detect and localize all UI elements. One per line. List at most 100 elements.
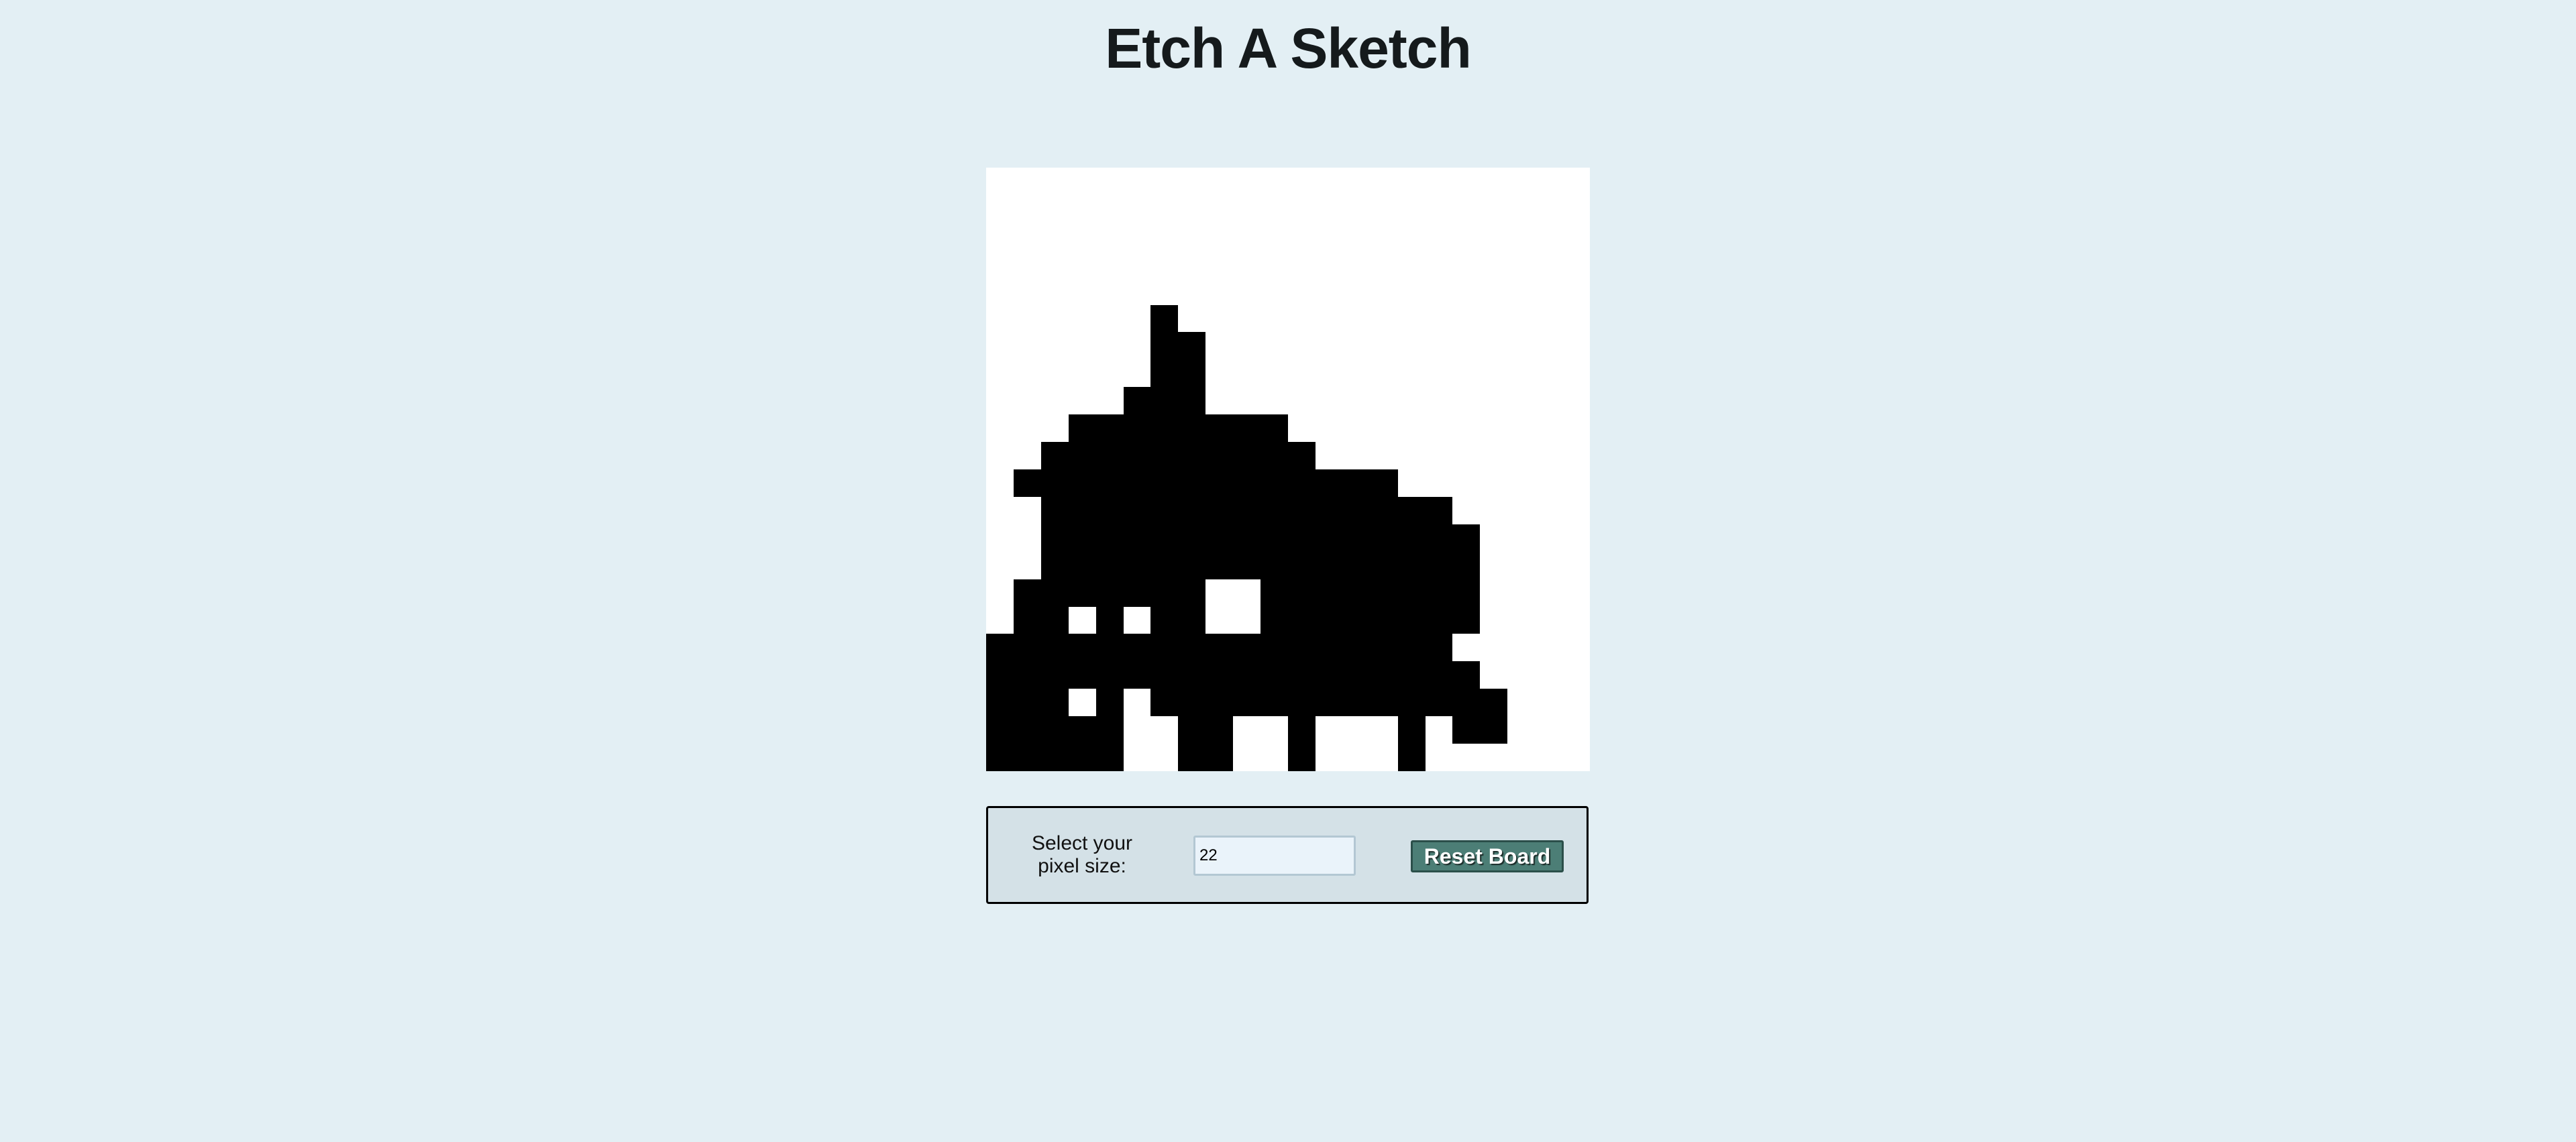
grid-cell[interactable] xyxy=(1371,661,1398,689)
grid-cell[interactable] xyxy=(1507,524,1535,552)
grid-cell[interactable] xyxy=(1178,414,1205,442)
grid-cell[interactable] xyxy=(1343,661,1371,689)
grid-cell[interactable] xyxy=(1507,305,1535,332)
grid-cell[interactable] xyxy=(1398,661,1426,689)
grid-cell[interactable] xyxy=(1041,250,1069,278)
grid-cell[interactable] xyxy=(1480,414,1507,442)
grid-cell[interactable] xyxy=(1426,634,1452,661)
grid-cell[interactable] xyxy=(1124,661,1150,689)
grid-cell[interactable] xyxy=(1096,195,1124,223)
grid-cell[interactable] xyxy=(1096,168,1124,195)
grid-cell[interactable] xyxy=(1150,579,1178,607)
grid-cell[interactable] xyxy=(1260,469,1288,497)
grid-cell[interactable] xyxy=(1041,168,1069,195)
grid-cell[interactable] xyxy=(1069,469,1096,497)
grid-cell[interactable] xyxy=(1150,387,1178,414)
grid-cell[interactable] xyxy=(1260,332,1288,359)
grid-cell[interactable] xyxy=(1260,744,1288,771)
grid-cell[interactable] xyxy=(1288,552,1316,579)
grid-cell[interactable] xyxy=(1069,579,1096,607)
grid-cell[interactable] xyxy=(1205,250,1233,278)
grid-cell[interactable] xyxy=(1480,579,1507,607)
grid-cell[interactable] xyxy=(1507,607,1535,634)
grid-cell[interactable] xyxy=(1288,716,1316,744)
grid-cell[interactable] xyxy=(1452,387,1480,414)
grid-cell[interactable] xyxy=(1562,223,1590,250)
grid-cell[interactable] xyxy=(1150,661,1178,689)
grid-cell[interactable] xyxy=(1041,332,1069,359)
grid-cell[interactable] xyxy=(1426,716,1452,744)
grid-cell[interactable] xyxy=(1562,524,1590,552)
grid-cell[interactable] xyxy=(1480,359,1507,387)
grid-cell[interactable] xyxy=(1343,469,1371,497)
grid-cell[interactable] xyxy=(1014,332,1041,359)
grid-cell[interactable] xyxy=(1507,689,1535,716)
grid-cell[interactable] xyxy=(1233,168,1260,195)
grid-cell[interactable] xyxy=(1288,414,1316,442)
grid-cell[interactable] xyxy=(1507,223,1535,250)
grid-cell[interactable] xyxy=(1205,223,1233,250)
grid-cell[interactable] xyxy=(1150,689,1178,716)
grid-cell[interactable] xyxy=(1205,332,1233,359)
grid-cell[interactable] xyxy=(1014,661,1041,689)
grid-cell[interactable] xyxy=(1041,278,1069,305)
grid-cell[interactable] xyxy=(1343,497,1371,524)
grid-cell[interactable] xyxy=(1069,442,1096,469)
grid-cell[interactable] xyxy=(1562,469,1590,497)
grid-cell[interactable] xyxy=(1260,250,1288,278)
grid-cell[interactable] xyxy=(1426,744,1452,771)
grid-cell[interactable] xyxy=(1480,716,1507,744)
grid-cell[interactable] xyxy=(1562,332,1590,359)
grid-cell[interactable] xyxy=(1069,332,1096,359)
grid-cell[interactable] xyxy=(1535,661,1562,689)
grid-cell[interactable] xyxy=(986,634,1014,661)
grid-cell[interactable] xyxy=(1096,278,1124,305)
grid-cell[interactable] xyxy=(1260,359,1288,387)
grid-cell[interactable] xyxy=(1205,607,1233,634)
grid-cell[interactable] xyxy=(1014,387,1041,414)
grid-cell[interactable] xyxy=(1480,661,1507,689)
grid-cell[interactable] xyxy=(1069,552,1096,579)
grid-cell[interactable] xyxy=(1480,442,1507,469)
grid-cell[interactable] xyxy=(1178,497,1205,524)
grid-cell[interactable] xyxy=(1371,634,1398,661)
grid-cell[interactable] xyxy=(1452,414,1480,442)
grid-cell[interactable] xyxy=(1233,305,1260,332)
grid-cell[interactable] xyxy=(1535,414,1562,442)
grid-cell[interactable] xyxy=(1562,689,1590,716)
grid-cell[interactable] xyxy=(1288,497,1316,524)
grid-cell[interactable] xyxy=(1178,195,1205,223)
grid-cell[interactable] xyxy=(1371,442,1398,469)
grid-cell[interactable] xyxy=(1343,607,1371,634)
grid-cell[interactable] xyxy=(1041,552,1069,579)
grid-cell[interactable] xyxy=(1205,278,1233,305)
grid-cell[interactable] xyxy=(1371,579,1398,607)
grid-cell[interactable] xyxy=(1316,469,1343,497)
grid-cell[interactable] xyxy=(1124,552,1150,579)
grid-cell[interactable] xyxy=(1233,469,1260,497)
grid-cell[interactable] xyxy=(1507,359,1535,387)
grid-cell[interactable] xyxy=(1535,168,1562,195)
grid-cell[interactable] xyxy=(1562,716,1590,744)
grid-cell[interactable] xyxy=(1014,607,1041,634)
grid-cell[interactable] xyxy=(1288,168,1316,195)
grid-cell[interactable] xyxy=(1096,442,1124,469)
grid-cell[interactable] xyxy=(986,716,1014,744)
grid-cell[interactable] xyxy=(1178,552,1205,579)
grid-cell[interactable] xyxy=(1480,168,1507,195)
grid-cell[interactable] xyxy=(1014,689,1041,716)
grid-cell[interactable] xyxy=(1124,744,1150,771)
grid-cell[interactable] xyxy=(1535,579,1562,607)
grid-cell[interactable] xyxy=(1343,168,1371,195)
grid-cell[interactable] xyxy=(1452,332,1480,359)
grid-cell[interactable] xyxy=(1507,332,1535,359)
grid-cell[interactable] xyxy=(1288,469,1316,497)
grid-cell[interactable] xyxy=(1426,332,1452,359)
grid-cell[interactable] xyxy=(1562,744,1590,771)
grid-cell[interactable] xyxy=(1014,634,1041,661)
grid-cell[interactable] xyxy=(1069,250,1096,278)
grid-cell[interactable] xyxy=(1233,716,1260,744)
grid-cell[interactable] xyxy=(1233,387,1260,414)
grid-cell[interactable] xyxy=(1398,442,1426,469)
grid-cell[interactable] xyxy=(1069,414,1096,442)
